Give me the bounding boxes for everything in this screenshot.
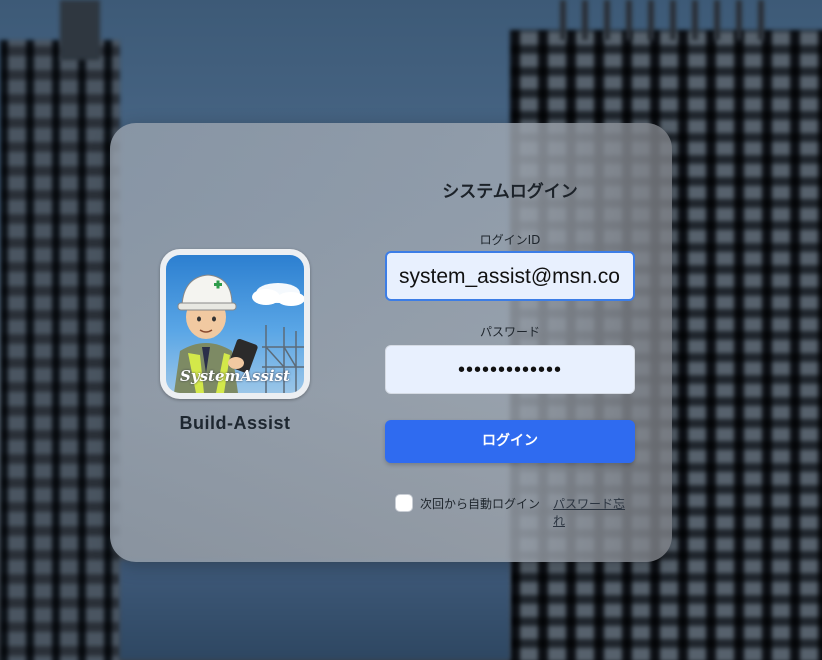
app-logo: SystemAssist <box>160 249 310 399</box>
logo-wordmark: SystemAssist <box>180 367 290 385</box>
login-button[interactable]: ログイン <box>385 420 635 463</box>
login-id-label: ログインID <box>479 233 541 247</box>
background-building-left <box>0 40 120 660</box>
background-sky <box>120 560 510 660</box>
login-id-input[interactable]: system_assist@msn.co <box>385 251 635 301</box>
auto-login-option[interactable]: 次回から自動ログイン <box>395 493 540 513</box>
password-input[interactable]: ••••••••••••• <box>385 345 635 394</box>
page-title: システムログイン <box>442 182 578 202</box>
password-label: パスワード <box>479 325 540 339</box>
background-scaffold <box>560 0 770 40</box>
background-crane <box>60 0 100 60</box>
auto-login-checkbox[interactable] <box>395 494 413 512</box>
auto-login-label: 次回から自動ログイン <box>420 496 541 511</box>
login-card: SystemAssist Build-Assist システムログイン ログインI… <box>110 123 672 562</box>
app-name: Build-Assist <box>179 413 291 433</box>
worker-illustration: SystemAssist <box>166 255 304 393</box>
forgot-password-link[interactable]: パスワード忘れ <box>553 495 635 529</box>
